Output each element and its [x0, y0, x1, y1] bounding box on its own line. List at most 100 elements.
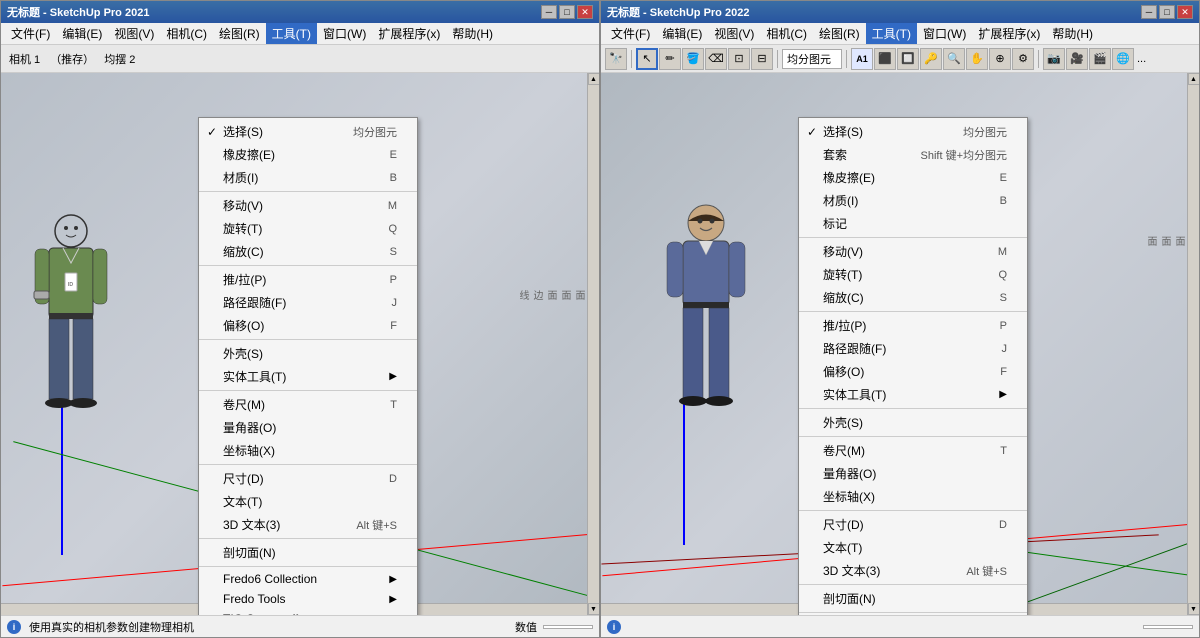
right-menu-draw[interactable]: 绘图(R) [813, 23, 866, 44]
right-minimize-btn[interactable]: ─ [1141, 5, 1157, 19]
menu-item-axes[interactable]: 坐标轴(X) [199, 439, 417, 462]
left-scroll-up[interactable]: ▲ [588, 73, 600, 85]
right-measure-box[interactable]: 均分图元 [782, 49, 842, 69]
menu-item-text[interactable]: 文本(T) [199, 490, 417, 513]
menu-item-tig[interactable]: TIG.Smart_offset [199, 609, 417, 615]
left-menu-file[interactable]: 文件(F) [5, 23, 56, 44]
left-minimize-btn[interactable]: ─ [541, 5, 557, 19]
right-scroll-down[interactable]: ▼ [1188, 603, 1200, 615]
right-tool-search[interactable]: 🔍 [943, 48, 965, 70]
right-canvas: ✓选择(S) 均分图元 套索 Shift 键+均分图元 橡皮擦(E) E 材质(… [601, 73, 1199, 615]
left-menu-camera[interactable]: 相机(C) [160, 23, 213, 44]
right-menu-camera[interactable]: 相机(C) [760, 23, 813, 44]
right-vscroll[interactable]: ▲ ▼ [1187, 73, 1199, 615]
right-tool-icon2[interactable]: 🔲 [897, 48, 919, 70]
right-tool-more1[interactable]: ⊡ [728, 48, 750, 70]
right-menu-eraser[interactable]: 橡皮擦(E) E [799, 166, 1027, 189]
menu-item-fredo6[interactable]: Fredo6 Collection ▶ [199, 569, 417, 589]
menu-item-section-plane[interactable]: 剖切面(N) [199, 541, 417, 564]
right-window-title: 无标题 - SketchUp Pro 2022 [607, 4, 749, 20]
menu-item-offset[interactable]: 偏移(O) F [199, 314, 417, 337]
right-close-btn[interactable]: ✕ [1177, 5, 1193, 19]
right-info-icon: i [607, 620, 621, 634]
right-menu-move[interactable]: 移动(V) M [799, 240, 1027, 263]
left-menu-extensions[interactable]: 扩展程序(x) [372, 23, 446, 44]
right-tool-icon3[interactable]: 🔑 [920, 48, 942, 70]
right-menu-lasso[interactable]: 套索 Shift 键+均分图元 [799, 143, 1027, 166]
right-menu-tools[interactable]: 工具(T) [866, 23, 917, 44]
left-menu-tools[interactable]: 工具(T) [266, 23, 317, 44]
right-menu-outer-shell[interactable]: 外壳(S) [799, 411, 1027, 434]
right-menu-extensions[interactable]: 扩展程序(x) [972, 23, 1046, 44]
right-menu-section[interactable]: 剖切面(N) [799, 587, 1027, 610]
right-menu-edit[interactable]: 编辑(E) [656, 23, 708, 44]
menu-item-eraser[interactable]: 橡皮擦(E) E [199, 143, 417, 166]
left-close-btn[interactable]: ✕ [577, 5, 593, 19]
right-tool-hand[interactable]: ✋ [966, 48, 988, 70]
right-menu-offset[interactable]: 偏移(O) F [799, 360, 1027, 383]
right-menu-help[interactable]: 帮助(H) [1046, 23, 1099, 44]
menu-item-rotate[interactable]: 旋转(T) Q [199, 217, 417, 240]
right-tool-zoom-fit[interactable]: ⊕ [989, 48, 1011, 70]
left-menu-help[interactable]: 帮助(H) [446, 23, 499, 44]
menu-item-move[interactable]: 移动(V) M [199, 194, 417, 217]
right-menu-dimensions[interactable]: 尺寸(D) D [799, 513, 1027, 536]
right-menu-tag[interactable]: 标记 [799, 212, 1027, 235]
left-maximize-btn[interactable]: □ [559, 5, 575, 19]
right-menu-scale[interactable]: 缩放(C) S [799, 286, 1027, 309]
right-menu-tape[interactable]: 卷尺(M) T [799, 439, 1027, 462]
menu-item-solid-tools[interactable]: 实体工具(T) ▶ [199, 365, 417, 388]
right-menu-view[interactable]: 视图(V) [708, 23, 760, 44]
menu-item-outer-shell[interactable]: 外壳(S) [199, 342, 417, 365]
right-menu-material[interactable]: 材质(I) B [799, 189, 1027, 212]
right-tool-a1[interactable]: A1 [851, 48, 873, 70]
right-tool-ext1[interactable]: 📷 [1043, 48, 1065, 70]
right-menu-follow[interactable]: 路径跟随(F) J [799, 337, 1027, 360]
left-menu-window[interactable]: 窗口(W) [317, 23, 372, 44]
right-menu-solid-tools[interactable]: 实体工具(T) ▶ [799, 383, 1027, 406]
menu-item-dimensions[interactable]: 尺寸(D) D [199, 467, 417, 490]
menu-item-tape[interactable]: 卷尺(M) T [199, 393, 417, 416]
menu-item-3d-text[interactable]: 3D 文本(3) Alt 键+S [199, 513, 417, 536]
right-toolbar1: 🔭 ↖ ✏ 🪣 ⌫ ⊡ ⊟ 均分图元 A1 ⬛ 🔲 🔑 🔍 ✋ ⊕ ⚙ 📷 🎥 … [601, 45, 1199, 73]
right-tool-erase[interactable]: ⌫ [705, 48, 727, 70]
right-menu-3d-text[interactable]: 3D 文本(3) Alt 键+S [799, 559, 1027, 582]
menu-item-fredo-tools[interactable]: Fredo Tools ▶ [199, 589, 417, 609]
menu-item-scale[interactable]: 缩放(C) S [199, 240, 417, 263]
menu-item-push[interactable]: 推/拉(P) P [199, 268, 417, 291]
left-scroll-down[interactable]: ▼ [588, 603, 600, 615]
right-tool-navigate[interactable]: 🔭 [605, 48, 627, 70]
menu-item-material[interactable]: 材质(I) B [199, 166, 417, 189]
left-menu-edit[interactable]: 编辑(E) [56, 23, 108, 44]
right-tool-pencil[interactable]: ✏ [659, 48, 681, 70]
right-tools-dropdown: ✓选择(S) 均分图元 套索 Shift 键+均分图元 橡皮擦(E) E 材质(… [798, 117, 1028, 615]
right-tool-ext3[interactable]: 🎬 [1089, 48, 1111, 70]
right-menu-axes[interactable]: 坐标轴(X) [799, 485, 1027, 508]
right-tool-paint[interactable]: 🪣 [682, 48, 704, 70]
left-window-controls: ─ □ ✕ [541, 5, 593, 19]
menu-item-follow-me[interactable]: 路径跟随(F) J [199, 291, 417, 314]
right-menu-protractor[interactable]: 量角器(O) [799, 462, 1027, 485]
right-tool-icon1[interactable]: ⬛ [874, 48, 896, 70]
right-tool-settings[interactable]: ⚙ [1012, 48, 1034, 70]
right-tool-select[interactable]: ↖ [636, 48, 658, 70]
right-menu-push[interactable]: 推/拉(P) P [799, 314, 1027, 337]
right-menu-rotate[interactable]: 旋转(T) Q [799, 263, 1027, 286]
right-menu-text[interactable]: 文本(T) [799, 536, 1027, 559]
right-tool-ext2[interactable]: 🎥 [1066, 48, 1088, 70]
right-tool-ext4[interactable]: 🌐 [1112, 48, 1134, 70]
right-menu-file[interactable]: 文件(F) [605, 23, 656, 44]
left-menu-bar: 文件(F) 编辑(E) 视图(V) 相机(C) 绘图(R) 工具(T) 窗口(W… [1, 23, 599, 45]
menu-item-select[interactable]: ✓选择(S) 均分图元 [199, 120, 417, 143]
left-canvas-label: 面面面边线 [515, 290, 585, 300]
right-maximize-btn[interactable]: □ [1159, 5, 1175, 19]
right-tool-more2[interactable]: ⊟ [751, 48, 773, 70]
left-vscroll[interactable]: ▲ ▼ [587, 73, 599, 615]
left-menu-draw[interactable]: 绘图(R) [213, 23, 266, 44]
left-menu-view[interactable]: 视图(V) [108, 23, 160, 44]
right-menu-window[interactable]: 窗口(W) [917, 23, 972, 44]
right-menu-select[interactable]: ✓选择(S) 均分图元 [799, 120, 1027, 143]
right-scroll-up[interactable]: ▲ [1188, 73, 1200, 85]
menu-item-protractor[interactable]: 量角器(O) [199, 416, 417, 439]
right-status-right [1143, 625, 1193, 629]
